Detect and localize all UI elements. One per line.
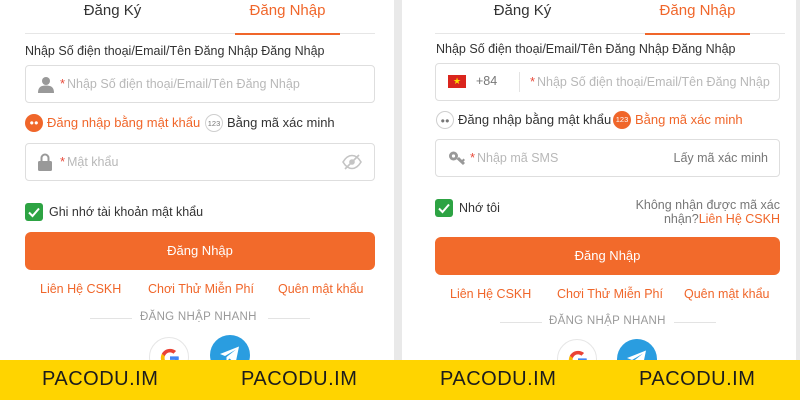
divider-line <box>268 318 310 319</box>
telegram-login-button[interactable] <box>210 335 250 360</box>
required-mark: * <box>530 74 536 89</box>
telegram-login-button[interactable] <box>617 339 657 360</box>
field-separator <box>519 72 520 92</box>
telegram-icon <box>627 350 646 360</box>
password-input[interactable] <box>67 144 327 180</box>
option-password-label: Đăng nhập bằng mật khẩu <box>47 115 201 130</box>
account-input[interactable] <box>67 66 367 102</box>
panel-gap <box>394 0 402 360</box>
remember-label: Ghi nhớ tài khoản mật khẩu <box>49 205 204 219</box>
google-login-button[interactable] <box>557 339 597 360</box>
login-panel-left: Đăng Ký Đăng Nhập Nhập Số điện thoại/Ema… <box>0 0 394 360</box>
divider-line <box>500 322 542 323</box>
user-icon <box>38 77 54 93</box>
tab-register[interactable]: Đăng Ký <box>25 0 200 34</box>
key-icon <box>449 151 465 165</box>
link-forgot-password[interactable]: Quên mật khẩu <box>684 287 769 301</box>
tab-login[interactable]: Đăng Nhập <box>610 0 785 35</box>
option-password-login[interactable]: ●● Đăng nhập bằng mật khẩu <box>436 111 611 129</box>
option-code-login[interactable]: 123 Bằng mã xác minh <box>613 111 743 129</box>
divider-line <box>90 318 132 319</box>
required-mark: * <box>60 76 66 91</box>
account-input-box[interactable]: * <box>25 65 375 103</box>
link-no-code-support[interactable]: Liên Hệ CSKH <box>699 212 780 226</box>
option-code-label: Bằng mã xác minh <box>227 115 335 130</box>
code-option-icon: 123 <box>205 114 223 132</box>
link-free-play[interactable]: Chơi Thử Miễn Phí <box>148 282 254 296</box>
phone-input-box[interactable]: ★ +84 * <box>435 63 780 101</box>
brand-watermark: PACODU.IM <box>241 368 358 390</box>
phone-input[interactable] <box>537 64 775 100</box>
link-support[interactable]: Liên Hệ CSKH <box>40 282 121 296</box>
quick-login-title: ĐĂNG NHẬP NHANH <box>140 311 257 323</box>
divider-line <box>674 322 716 323</box>
sms-input[interactable] <box>477 140 657 176</box>
required-mark: * <box>60 154 66 169</box>
no-code-help: nhận?Liên Hệ CSKH <box>664 212 780 226</box>
option-code-login[interactable]: 123 Bằng mã xác minh <box>205 114 335 132</box>
vietnam-flag-icon: ★ <box>448 75 466 88</box>
quick-login-title: ĐĂNG NHẬP NHANH <box>549 315 666 327</box>
login-button[interactable]: Đăng Nhập <box>435 237 780 275</box>
required-mark: * <box>470 150 476 165</box>
login-panel-right: Đăng Ký Đăng Nhập Nhập Số điện thoại/Ema… <box>402 0 796 360</box>
telegram-icon <box>220 346 239 360</box>
link-free-play[interactable]: Chơi Thử Miễn Phí <box>557 287 663 301</box>
option-password-login[interactable]: ●● Đăng nhập bằng mật khẩu <box>25 114 200 132</box>
tab-login[interactable]: Đăng Nhập <box>200 0 375 35</box>
account-field-label: Nhập Số điện thoại/Email/Tên Đăng Nhập Đ… <box>25 44 325 58</box>
google-login-button[interactable] <box>149 337 189 360</box>
option-code-label: Bằng mã xác minh <box>635 112 743 127</box>
link-forgot-password[interactable]: Quên mật khẩu <box>278 282 363 296</box>
sms-input-box[interactable]: * Lấy mã xác minh <box>435 139 780 177</box>
brand-banner: PACODU.IM PACODU.IM PACODU.IM PACODU.IM <box>0 360 800 400</box>
auth-tabs: Đăng Ký Đăng Nhập <box>25 0 375 35</box>
password-option-icon: ●● <box>25 114 43 132</box>
brand-watermark: PACODU.IM <box>42 368 159 390</box>
brand-watermark: PACODU.IM <box>639 368 756 390</box>
country-code[interactable]: +84 <box>476 74 497 88</box>
lock-icon <box>38 153 52 171</box>
password-option-icon: ●● <box>436 111 454 129</box>
remember-checkbox[interactable] <box>435 199 453 217</box>
remember-checkbox[interactable] <box>25 203 43 221</box>
eye-off-icon[interactable] <box>342 154 362 170</box>
option-password-label: Đăng nhập bằng mật khẩu <box>458 112 612 127</box>
phone-field-label: Nhập Số điện thoại/Email/Tên Đăng Nhập Đ… <box>436 42 736 56</box>
google-icon <box>568 350 587 360</box>
tab-register[interactable]: Đăng Ký <box>435 0 610 34</box>
no-code-text: Không nhận được mã xác <box>635 198 780 212</box>
check-icon <box>438 203 450 214</box>
code-option-icon: 123 <box>613 111 631 129</box>
google-icon <box>160 348 179 360</box>
brand-watermark: PACODU.IM <box>440 368 557 390</box>
link-support[interactable]: Liên Hệ CSKH <box>450 287 531 301</box>
remember-label: Nhớ tôi <box>459 201 500 215</box>
no-code-text-2: nhận? <box>663 212 699 226</box>
password-input-box[interactable]: * <box>25 143 375 181</box>
check-icon <box>28 207 40 218</box>
login-button[interactable]: Đăng Nhập <box>25 232 375 270</box>
get-code-button[interactable]: Lấy mã xác minh <box>674 151 768 165</box>
auth-tabs: Đăng Ký Đăng Nhập <box>435 0 785 35</box>
